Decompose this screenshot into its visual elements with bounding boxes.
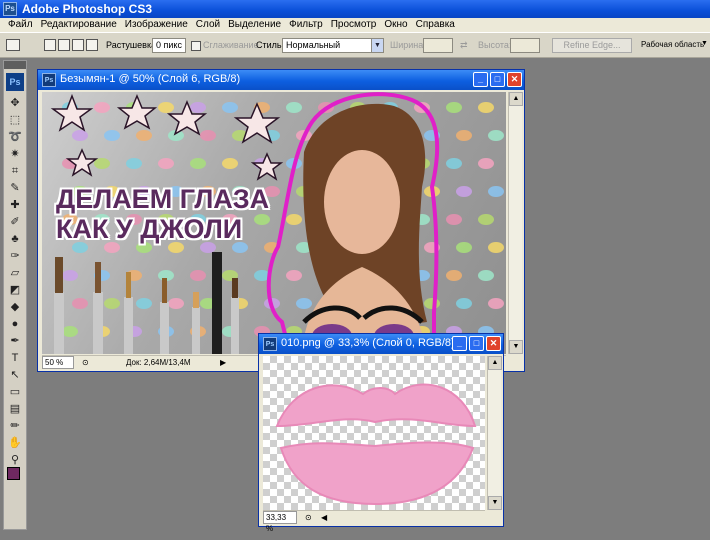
swap-dimensions-icon[interactable]: ⇄ bbox=[460, 40, 468, 51]
menu-window[interactable]: Окно bbox=[380, 18, 411, 32]
vertical-scrollbar[interactable]: ▲ ▼ bbox=[508, 92, 523, 354]
workspace-chevron-icon[interactable]: ▼ bbox=[701, 40, 708, 47]
add-selection-icon[interactable] bbox=[58, 39, 70, 51]
eyedropper-tool-icon[interactable]: ✏ bbox=[4, 418, 26, 435]
crop-tool-icon[interactable]: ⌗ bbox=[4, 163, 26, 180]
menu-edit[interactable]: Редактирование bbox=[37, 18, 121, 32]
foreground-color-swatch[interactable] bbox=[7, 467, 20, 480]
lasso-tool-icon[interactable]: ➰ bbox=[4, 129, 26, 146]
minimize-button[interactable]: _ bbox=[452, 336, 467, 351]
lower-lip-shape bbox=[279, 441, 475, 506]
path-selection-tool-icon[interactable]: ↖ bbox=[4, 367, 26, 384]
new-selection-icon[interactable] bbox=[44, 39, 56, 51]
lips-image bbox=[275, 383, 477, 506]
subtract-selection-icon[interactable] bbox=[72, 39, 84, 51]
healing-brush-tool-icon[interactable]: ✚ bbox=[4, 197, 26, 214]
document-title: Безымян-1 @ 50% (Слой 6, RGB/8) bbox=[60, 73, 241, 85]
clone-stamp-tool-icon[interactable]: ♣ bbox=[4, 231, 26, 248]
width-input[interactable] bbox=[423, 38, 453, 53]
history-brush-tool-icon[interactable]: ✑ bbox=[4, 248, 26, 265]
document-title-bar[interactable]: Ps Безымян-1 @ 50% (Слой 6, RGB/8) _ □ ✕ bbox=[38, 70, 524, 90]
antialias-checkbox[interactable] bbox=[191, 41, 201, 51]
marquee-tool-icon[interactable]: ⬚ bbox=[4, 112, 26, 129]
zoom-level-input[interactable]: 50 % bbox=[42, 356, 74, 369]
notes-tool-icon[interactable]: ▤ bbox=[4, 401, 26, 418]
zoom-level-input[interactable]: 33,33 % bbox=[263, 511, 297, 533]
menu-filter[interactable]: Фильтр bbox=[285, 18, 327, 32]
headline-line-2: КАК У ДЖОЛИ bbox=[56, 214, 243, 244]
status-info-icon[interactable]: ⊙ bbox=[305, 512, 312, 523]
feather-input[interactable]: 0 пикс bbox=[152, 38, 186, 53]
document-status-bar: 33,33 % ⊙ ◀ bbox=[263, 510, 485, 533]
close-button[interactable]: ✕ bbox=[486, 336, 501, 351]
style-select[interactable]: Нормальный ▼ bbox=[282, 38, 384, 53]
pen-tool-icon[interactable]: ✒ bbox=[4, 333, 26, 350]
slice-tool-icon[interactable]: ✎ bbox=[4, 180, 26, 197]
chevron-down-icon: ▼ bbox=[371, 39, 383, 52]
eraser-tool-icon[interactable]: ▱ bbox=[4, 265, 26, 282]
scroll-down-icon[interactable]: ▼ bbox=[488, 496, 502, 510]
style-select-value: Нормальный bbox=[286, 40, 341, 50]
antialias-label: Сглаживание bbox=[203, 40, 259, 50]
width-label: Ширина: bbox=[390, 40, 426, 50]
menu-view[interactable]: Просмотр bbox=[327, 18, 381, 32]
menu-bar: Файл Редактирование Изображение Слой Выд… bbox=[0, 18, 710, 32]
document-icon: Ps bbox=[263, 337, 277, 351]
blur-tool-icon[interactable]: ◆ bbox=[4, 299, 26, 316]
intersect-selection-icon[interactable] bbox=[86, 39, 98, 51]
style-label: Стиль: bbox=[256, 40, 285, 50]
document-title-bar[interactable]: Ps 010.png @ 33,3% (Слой 0, RGB/8) _ □ ✕ bbox=[259, 334, 503, 354]
gradient-tool-icon[interactable]: ◩ bbox=[4, 282, 26, 299]
workspace-menu[interactable]: Рабочая область bbox=[641, 40, 704, 49]
maximize-button[interactable]: □ bbox=[490, 72, 505, 87]
options-bar: Растушевка: 0 пикс Сглаживание Стиль: Но… bbox=[0, 32, 710, 58]
tool-list: ✥ ⬚ ➰ ✷ ⌗ ✎ ✚ ✐ ♣ ✑ ▱ ◩ ◆ ● ✒ T ↖ ▭ ▤ ✏ ✋ ⚲ bbox=[4, 95, 26, 469]
shape-tool-icon[interactable]: ▭ bbox=[4, 384, 26, 401]
toolbox-ps-logo[interactable]: Ps bbox=[6, 73, 24, 91]
document-icon: Ps bbox=[42, 73, 56, 87]
dodge-tool-icon[interactable]: ● bbox=[4, 316, 26, 333]
status-menu-icon[interactable]: ◀ bbox=[321, 512, 327, 523]
photoshop-app-icon: Ps bbox=[3, 2, 17, 16]
move-tool-icon[interactable]: ✥ bbox=[4, 95, 26, 112]
status-info-icon[interactable]: ⊙ bbox=[82, 357, 89, 368]
toolbox-grip[interactable] bbox=[4, 61, 26, 69]
magic-wand-tool-icon[interactable]: ✷ bbox=[4, 146, 26, 163]
document-canvas[interactable] bbox=[263, 356, 485, 510]
menu-file[interactable]: Файл bbox=[4, 18, 37, 32]
status-menu-icon[interactable]: ▶ bbox=[220, 357, 226, 368]
height-input[interactable] bbox=[510, 38, 540, 53]
menu-select[interactable]: Выделение bbox=[224, 18, 285, 32]
type-tool-icon[interactable]: T bbox=[4, 350, 26, 367]
document-size: Док: 2,64M/13,4M bbox=[126, 358, 191, 367]
hand-tool-icon[interactable]: ✋ bbox=[4, 435, 26, 452]
close-button[interactable]: ✕ bbox=[507, 72, 522, 87]
feather-label: Растушевка: bbox=[106, 40, 159, 50]
scroll-down-icon[interactable]: ▼ bbox=[509, 340, 523, 354]
menu-layer[interactable]: Слой bbox=[192, 18, 224, 32]
headline-line-1: ДЕЛАЕМ ГЛАЗА bbox=[56, 184, 270, 214]
tool-preset-picker-icon[interactable] bbox=[6, 39, 20, 51]
maximize-button[interactable]: □ bbox=[469, 336, 484, 351]
minimize-button[interactable]: _ bbox=[473, 72, 488, 87]
document-title: 010.png @ 33,3% (Слой 0, RGB/8) bbox=[281, 337, 455, 349]
scroll-up-icon[interactable]: ▲ bbox=[488, 356, 502, 370]
scroll-up-icon[interactable]: ▲ bbox=[509, 92, 523, 106]
face-shape bbox=[324, 150, 400, 254]
menu-help[interactable]: Справка bbox=[412, 18, 459, 32]
toolbox: Ps ✥ ⬚ ➰ ✷ ⌗ ✎ ✚ ✐ ♣ ✑ ▱ ◩ ◆ ● ✒ T ↖ ▭ ▤ ✏ ✋ ⚲ bbox=[3, 60, 27, 530]
upper-lip-shape bbox=[275, 383, 477, 428]
document-window-main: Ps Безымян-1 @ 50% (Слой 6, RGB/8) _ □ ✕ bbox=[37, 69, 525, 372]
app-title-bar: Ps Adobe Photoshop CS3 bbox=[0, 0, 710, 18]
brush-tool-icon[interactable]: ✐ bbox=[4, 214, 26, 231]
app-title: Adobe Photoshop CS3 bbox=[22, 2, 152, 16]
vertical-scrollbar[interactable]: ▲ ▼ bbox=[487, 356, 502, 510]
document-canvas[interactable]: ДЕЛАЕМ ГЛАЗА КАК У ДЖОЛИ bbox=[42, 92, 506, 354]
menu-image[interactable]: Изображение bbox=[121, 18, 192, 32]
document-window-lips: Ps 010.png @ 33,3% (Слой 0, RGB/8) _ □ ✕… bbox=[258, 333, 504, 533]
height-label: Высота: bbox=[478, 40, 512, 50]
refine-edge-button[interactable]: Refine Edge... bbox=[552, 38, 632, 53]
